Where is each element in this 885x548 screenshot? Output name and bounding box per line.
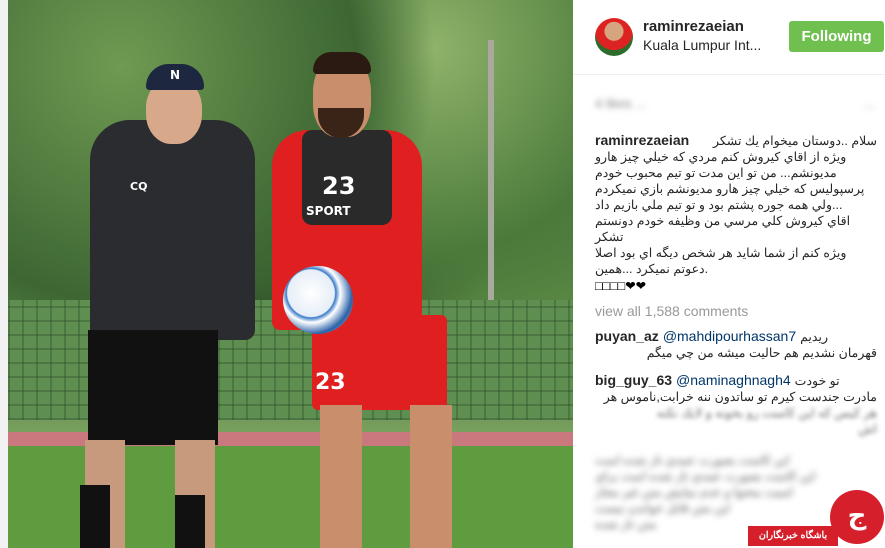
caption-line: ...ولي همه جوره پشتم بود و تو تيم ملي با… [595,198,843,212]
avatar[interactable] [595,18,633,56]
photo-player-leg [320,405,362,548]
caption-username[interactable]: raminrezaeian [595,132,689,148]
author-username[interactable]: raminrezaeian [643,18,744,35]
post-caption: raminrezaeian سلام ..دوستان ميخوام يك تش… [595,132,877,294]
blurred-comment-line: اين كامنت بصورت عمدي تار شده است براي [595,469,816,483]
comment-text-blurred: هر كيس كه اين كامنت رو بخونه و لايك نكنه [656,406,877,420]
post-header: raminrezaeian Kuala Lumpur Int... Follow… [573,0,885,75]
photo-football [283,266,353,334]
photo-left-edge [0,0,8,548]
photo-player-sponsor: SPORT [306,204,351,218]
caption-line: مديونشم... من تو اين مدت تو تيم محبوب خو… [595,166,837,180]
news-agency-label: باشگاه خبرنگاران [748,526,838,546]
comment-text: تو خودت [794,374,840,388]
photo-light-pole [488,40,494,310]
caption-line: ويژه از اقاي كيروش كنم مردي كه خيلي چيز … [595,150,847,164]
photo-coach-jacket [90,120,255,340]
caption-line: سلام ..دوستان ميخوام يك تشكر [713,134,877,148]
news-agency-logo-icon: ج [830,490,884,544]
comment-username[interactable]: big_guy_63 [595,372,672,388]
photo-coach-sock [80,485,110,548]
caption-line: پرسپوليس كه خيلي چيز هارو مديونشم بازي ن… [595,182,865,196]
post-photo[interactable]: N CQ 23 SPORT 23 [0,0,573,548]
comment-mention[interactable]: @mahdipourhassan7 [663,328,796,344]
blurred-comment-line: اين كامنت بصورت عمدي تار شده است [595,453,790,467]
photo-player-number: 23 [322,172,356,200]
view-all-comments-link[interactable]: view all 1,588 comments [595,303,748,319]
comment-text: قهرمان نشديم هم حاليت ميشه من چي ميگم [646,346,877,360]
comment-mention[interactable]: @naminaghnagh4 [676,372,791,388]
photo-coach-cap-letter: N [170,68,181,82]
likes-count[interactable]: 4 likes ... [595,96,646,111]
post-age: … [863,96,876,111]
photo-coach-initials: CQ [130,180,148,193]
comment-username[interactable]: puyan_az [595,328,659,344]
comment-text: ريديم [800,330,828,344]
photo-coach-cap: N [146,64,204,90]
following-button[interactable]: Following [789,21,884,52]
photo-player-leg [410,405,452,548]
comment-item: big_guy_63 @naminaghnagh4 تو خودت مادرت … [595,372,877,437]
photo-player-hair [313,52,371,74]
caption-line: .دعوتم نميكرد ...همين [595,262,709,276]
comment-text: مادرت جندست كيرم تو ساتدون ننه خرابت,نام… [603,390,877,404]
caption-line: ويژه كنم از شما شايد هر شخص ديگه اي بود … [595,246,847,260]
comment-text-blurred: اش [858,422,877,436]
photo-player-shorts-number: 23 [315,370,346,395]
post-location[interactable]: Kuala Lumpur Int... [643,37,761,53]
post-details-panel: raminrezaeian Kuala Lumpur Int... Follow… [573,0,885,548]
photo-coach-shorts [88,330,218,445]
news-agency-watermark: ج باشگاه خبرنگاران [748,490,885,548]
caption-emoji-line: □□□□❤❤ [595,279,647,293]
caption-line: اقاي كيروش كلي مرسي من وظيفه خودم دونستم… [595,214,851,244]
comment-item: puyan_az @mahdipourhassan7 ريديم قهرمان … [595,328,877,361]
photo-coach-sock [175,495,205,548]
